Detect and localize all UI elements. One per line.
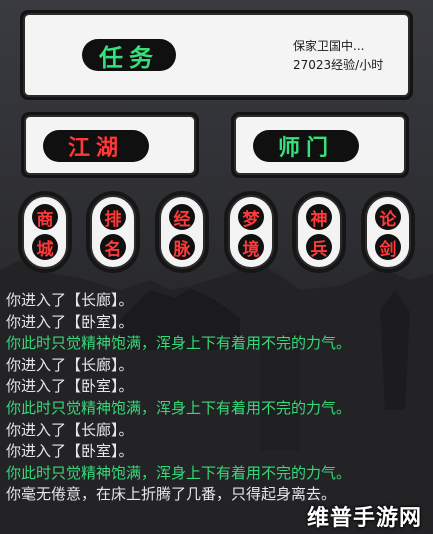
log-line: 你进入了【卧室】。 [6, 442, 134, 461]
shimen-label: 师门 [277, 135, 334, 161]
menu-char: 剑 [375, 234, 401, 260]
log-line: 你进入了【长廊】。 [6, 355, 134, 374]
menu-char: 境 [238, 234, 264, 260]
menu-char: 梦 [238, 204, 264, 230]
shimen-panel[interactable]: 师门 [231, 112, 409, 178]
jianghu-button[interactable]: 江湖 [43, 130, 149, 162]
shimen-button[interactable]: 师门 [253, 130, 359, 162]
menu-char: 脉 [169, 234, 195, 260]
menu-dream-button[interactable]: 梦 境 [224, 191, 278, 273]
quest-button-label: 任务 [99, 42, 159, 72]
menu-char: 城 [32, 234, 58, 260]
quest-exp-rate: 27023经验/小时 [293, 58, 384, 72]
menu-duel-button[interactable]: 论 剑 [361, 191, 415, 273]
quest-panel[interactable]: 任务 保家卫国中... 27023经验/小时 [20, 10, 413, 100]
log-line: 你进入了【长廊】。 [6, 291, 134, 309]
menu-char: 名 [100, 234, 126, 260]
menu-char: 商 [32, 204, 58, 230]
menu-char: 神 [306, 204, 332, 230]
menu-shop-button[interactable]: 商 城 [18, 191, 72, 273]
log-line: 你进入了【长廊】。 [6, 420, 134, 439]
quest-button[interactable]: 任务 [82, 39, 176, 72]
jianghu-label: 江湖 [67, 135, 124, 161]
log-line: 你此时只觉精神饱满，浑身上下有着用不完的力气。 [6, 398, 352, 417]
menu-weapon-button[interactable]: 神 兵 [292, 191, 346, 273]
menu-char: 兵 [306, 234, 332, 260]
message-log[interactable]: 你进入了【长廊】。 你进入了【卧室】。 你此时只觉精神饱满，浑身上下有着用不完的… [6, 290, 426, 506]
log-line: 你此时只觉精神饱满，浑身上下有着用不完的力气。 [6, 463, 352, 482]
watermark: 维普手游网 [307, 506, 423, 531]
menu-ranking-button[interactable]: 排 名 [86, 191, 140, 273]
quest-status: 保家卫国中... [293, 39, 365, 53]
log-line: 你进入了【卧室】。 [6, 377, 134, 396]
menu-char: 经 [169, 204, 195, 230]
log-line: 你进入了【卧室】。 [6, 312, 134, 331]
log-line: 你此时只觉精神饱满，浑身上下有着用不完的力气。 [6, 334, 352, 353]
menu-meridian-button[interactable]: 经 脉 [155, 191, 209, 273]
menu-row: 商 城 排 名 经 脉 梦 境 神 兵 论 剑 [18, 191, 415, 273]
jianghu-panel[interactable]: 江湖 [21, 112, 199, 178]
menu-char: 排 [100, 204, 126, 230]
menu-char: 论 [375, 204, 401, 230]
